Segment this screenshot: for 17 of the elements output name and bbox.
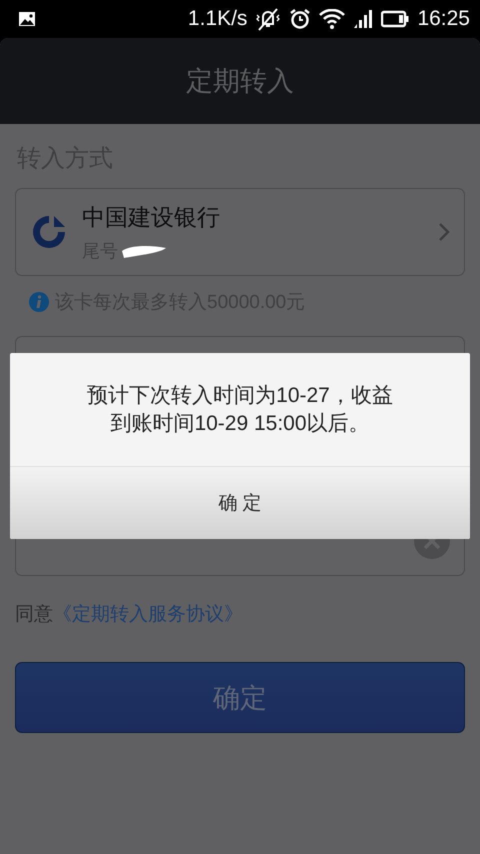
wifi-icon <box>319 9 346 29</box>
network-speed: 1.1K/s <box>188 7 248 31</box>
agreement-link[interactable]: 《定期转入服务协议》 <box>53 601 243 627</box>
info-icon <box>29 292 49 312</box>
mute-vibrate-icon <box>255 6 282 32</box>
alarm-clock-icon <box>289 8 312 30</box>
dialog-message: 预计下次转入时间为10-27，收益到账时间10-29 15:00以后。 <box>86 383 394 436</box>
confirm-button[interactable]: 确定 <box>15 662 465 733</box>
bank-logo-icon <box>32 215 66 249</box>
signal-icon <box>353 9 374 29</box>
clock-time: 16:25 <box>417 7 470 31</box>
chevron-right-icon <box>438 222 450 242</box>
image-notification-icon <box>18 11 36 27</box>
battery-icon <box>381 10 410 28</box>
bank-name: 中国建设银行 <box>82 202 221 232</box>
page-title: 定期转入 <box>186 65 294 98</box>
dialog-ok-button[interactable]: 确 定 <box>10 467 470 539</box>
